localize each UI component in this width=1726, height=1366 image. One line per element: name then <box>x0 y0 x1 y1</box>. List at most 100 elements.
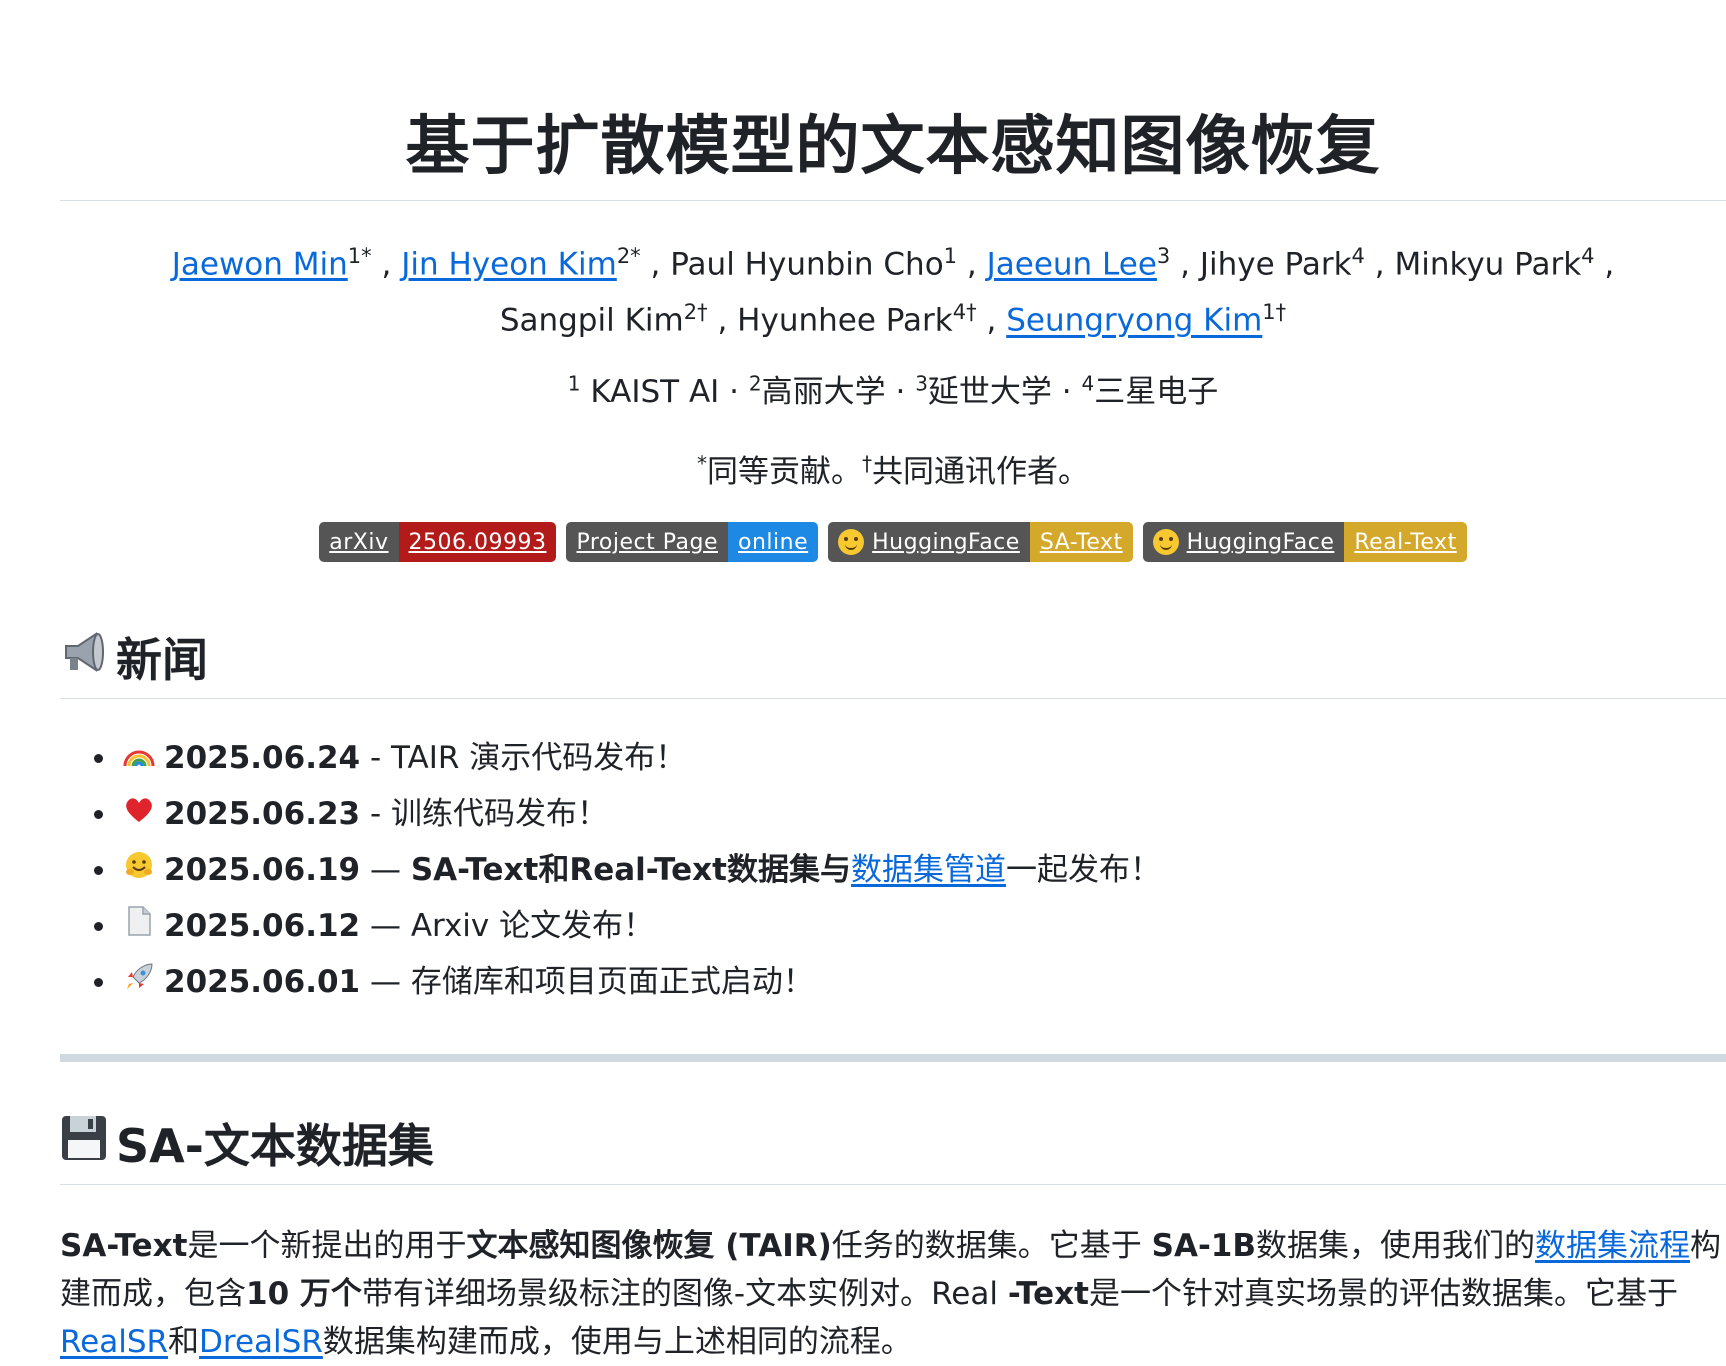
news-separator: - <box>360 740 392 776</box>
news-text: 一起发布！ <box>1005 852 1161 888</box>
heart-icon <box>122 786 156 842</box>
list-item: 2025.06.24 - TAIR 演示代码发布！ <box>94 730 1161 786</box>
news-separator: - <box>360 796 392 832</box>
badge-value: online <box>728 522 819 562</box>
list-item: 2025.06.23 - 训练代码发布！ <box>94 786 1161 842</box>
dataset-pipeline-link[interactable]: 数据集流程 <box>1535 1228 1690 1264</box>
author-name: Paul Hyunbin Cho <box>670 246 944 283</box>
badge-label-wrap: HuggingFace <box>828 522 1030 562</box>
author-name: Jihye Park <box>1199 246 1352 283</box>
author-link-seungryong-kim[interactable]: Seungryong Kim <box>1006 303 1262 339</box>
author-sup: 3 <box>1156 244 1171 268</box>
badge-label: arXiv <box>319 522 399 562</box>
hugging-face-icon <box>122 842 156 898</box>
author-name: Sangpil Kim <box>499 302 684 339</box>
floppy-disk-icon <box>60 1114 108 1173</box>
list-item: 2025.06.01 — 存储库和项目页面正式启动！ <box>94 954 1161 1010</box>
footnotes: *同等贡献。†共同通讯作者。 <box>60 446 1726 491</box>
body-text: 是一个针对真实场景的评估数据集。它基于 <box>1089 1276 1678 1312</box>
news-date: 2025.06.01 <box>164 964 361 1000</box>
bold-text: SA-Text <box>60 1228 188 1264</box>
bold-text: SA-1B <box>1151 1228 1257 1264</box>
body-text: 任务的数据集。它基于 <box>831 1228 1152 1264</box>
list-item: 2025.06.12 — Arxiv 论文发布！ <box>94 898 1161 954</box>
news-heading: 新闻 <box>60 624 208 690</box>
author-sup: 4 <box>1581 244 1595 268</box>
author-sup: 1 <box>943 244 958 268</box>
affiliation-sup: 1 <box>567 371 581 396</box>
footnote-text: 同等贡献。 <box>707 454 862 490</box>
badge-value: Real-Text <box>1344 522 1467 562</box>
author-list: Jaewon Min1* , Jin Hyeon Kim2* , Paul Hy… <box>171 244 1615 339</box>
rainbow-icon <box>122 730 156 786</box>
body-text: 数据集构建而成，使用与上述相同的流程。 <box>322 1324 912 1360</box>
dataset-heading: SA-文本数据集 <box>60 1110 434 1176</box>
news-date: 2025.06.24 <box>164 740 361 776</box>
affiliations: 1 KAIST AI · 2高丽大学 · 3延世大学 · 4三星电子 <box>567 371 1219 410</box>
news-date: 2025.06.19 <box>164 852 361 888</box>
author-sup: 4† <box>952 300 977 325</box>
dataset-pipeline-link[interactable]: 数据集管道 <box>851 852 1006 888</box>
page-title: 基于扩散模型的文本感知图像恢复 <box>405 110 1381 184</box>
news-separator: — <box>360 964 411 1000</box>
affiliation-sup: 3 <box>915 371 928 396</box>
affiliation-name: KAIST AI <box>580 374 720 410</box>
news-date: 2025.06.12 <box>164 908 361 944</box>
footnote-mark: * <box>697 451 707 476</box>
affiliation-sup: 4 <box>1081 371 1095 396</box>
news-list: 2025.06.24 - TAIR 演示代码发布！ 2025.06.23 - 训… <box>60 730 1161 1010</box>
news-separator: — <box>360 908 411 944</box>
bold-text: 文本感知图像恢复 (TAIR) <box>466 1228 832 1264</box>
badge-value: SA-Text <box>1029 522 1133 562</box>
author-sup: 1* <box>347 244 372 268</box>
news-text: TAIR 演示代码发布！ <box>391 740 687 776</box>
affiliation-name: 三星电子 <box>1094 374 1219 410</box>
hugging-face-icon <box>838 529 865 555</box>
body-text: 和 <box>168 1324 200 1360</box>
author-link-jaewon-min[interactable]: Jaewon Min <box>172 246 348 282</box>
arxiv-badge[interactable]: arXiv 2506.09993 <box>319 522 557 562</box>
dataset-heading-text: SA-文本数据集 <box>116 1119 434 1173</box>
affiliation-sup: 2 <box>748 371 762 396</box>
badge-label: HuggingFace <box>1186 529 1335 555</box>
author-sup: 2* <box>616 244 641 268</box>
huggingface-sa-text-badge[interactable]: HuggingFace SA-Text <box>828 522 1133 562</box>
body-text: 是一个新提出的用于 <box>187 1228 467 1264</box>
readme-page: 基于扩散模型的文本感知图像恢复 Jaewon Min1* , Jin Hyeon… <box>0 0 1726 1362</box>
document-icon <box>122 898 156 954</box>
footnote-mark: † <box>862 451 872 476</box>
dataset-description: SA-Text是一个新提出的用于文本感知图像恢复 (TAIR)任务的数据集。它基… <box>60 1222 1726 1366</box>
news-heading-text: 新闻 <box>116 633 208 687</box>
author-name: Hyunhee Park <box>737 302 953 339</box>
badge-label: Project Page <box>566 522 729 562</box>
author-link-jin-hyeon-kim[interactable]: Jin Hyeon Kim <box>401 246 617 282</box>
title-divider <box>60 200 1726 201</box>
affiliation-name: 高丽大学 <box>761 374 886 410</box>
body-text: 带有详细场景级标注的图像-文本实例对。Real <box>361 1276 1008 1312</box>
project-page-badge[interactable]: Project Page online <box>566 522 819 562</box>
bold-text: 10 万个 <box>246 1276 362 1312</box>
author-name: Minkyu Park <box>1394 246 1582 283</box>
footnote-text: 共同通讯作者。 <box>872 454 1089 490</box>
hugging-face-icon <box>1152 529 1179 555</box>
huggingface-real-text-badge[interactable]: HuggingFace Real-Text <box>1142 522 1467 562</box>
megaphone-icon <box>60 630 108 685</box>
realsr-link[interactable]: RealSR <box>60 1324 168 1360</box>
author-link-jaeeun-lee[interactable]: Jaeeun Lee <box>987 246 1157 282</box>
badge-row: arXiv 2506.09993 Project Page online Hug… <box>0 522 1726 562</box>
rocket-icon <box>122 954 156 1010</box>
author-sup: 1† <box>1262 300 1287 325</box>
section-rule <box>60 1054 1726 1062</box>
body-text: 数据集，使用我们的 <box>1256 1228 1536 1264</box>
news-text: 训练代码发布！ <box>391 796 609 832</box>
dataset-divider <box>60 1184 1726 1185</box>
badge-label: HuggingFace <box>872 529 1020 555</box>
news-date: 2025.06.23 <box>164 796 361 832</box>
news-text: Arxiv 论文发布！ <box>410 908 655 944</box>
badge-label-wrap: HuggingFace <box>1142 522 1345 562</box>
drealsr-link[interactable]: DrealSR <box>199 1324 323 1360</box>
news-separator: — <box>360 852 411 888</box>
news-divider <box>60 698 1726 699</box>
news-bold-text: SA-Text和Real-Text数据集与 <box>410 852 851 888</box>
list-item: 2025.06.19 — SA-Text和Real-Text数据集与数据集管道一… <box>94 842 1161 898</box>
